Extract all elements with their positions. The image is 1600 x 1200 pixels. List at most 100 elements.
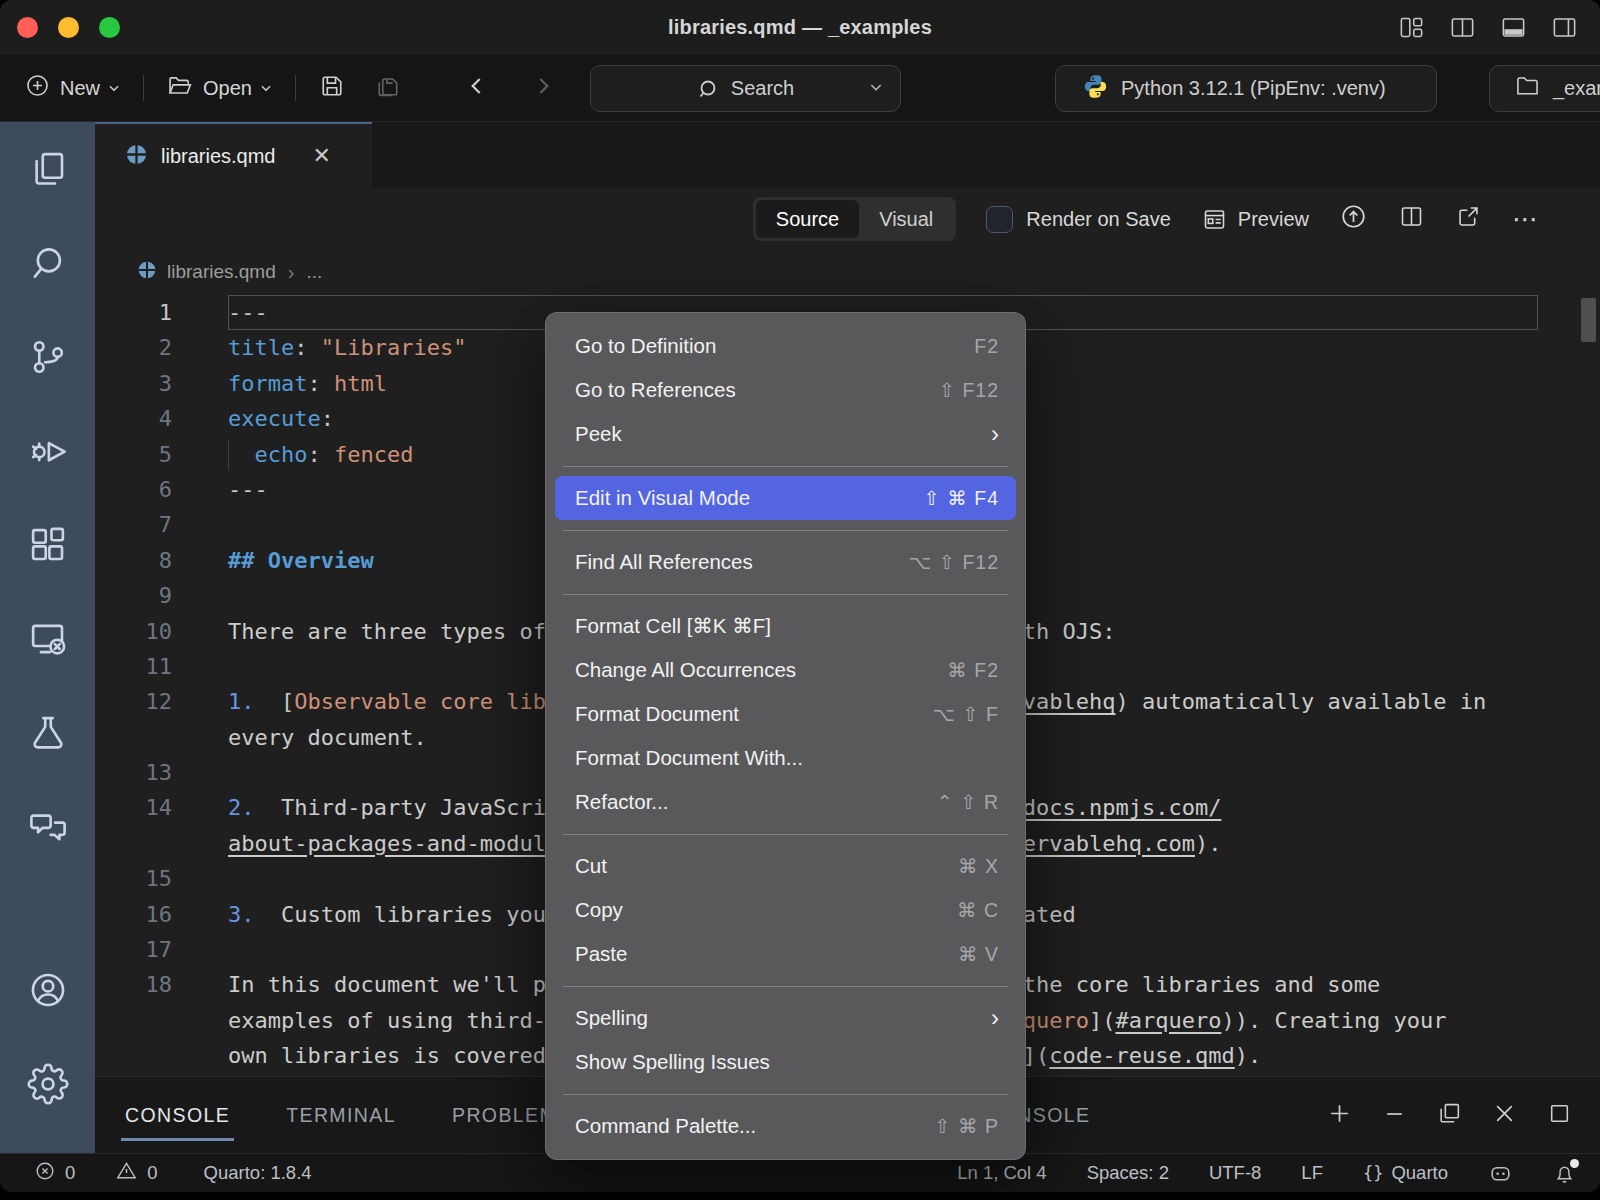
open-button[interactable]: Open xyxy=(203,77,252,100)
customize-layout-icon[interactable] xyxy=(1398,14,1425,41)
copilot-icon[interactable] xyxy=(1488,1161,1513,1186)
language-mode[interactable]: {}Quarto xyxy=(1363,1162,1448,1184)
line-number xyxy=(95,1038,172,1073)
editor-actions: Source Visual Render on Save Preview ⋯ xyxy=(95,188,1600,250)
line-number: 10 xyxy=(95,614,172,649)
eol-sequence[interactable]: LF xyxy=(1301,1162,1323,1184)
errors-icon[interactable] xyxy=(34,1160,56,1187)
tab-libraries-qmd[interactable]: libraries.qmd ✕ xyxy=(95,122,372,188)
render-on-save-checkbox[interactable] xyxy=(986,206,1013,233)
menu-separator xyxy=(563,584,1008,604)
submenu-chevron-icon: › xyxy=(991,420,999,448)
back-icon[interactable] xyxy=(464,73,490,104)
menu-item-show-spelling-issues[interactable]: Show Spelling Issues xyxy=(555,1040,1016,1084)
panel-tab-console[interactable]: CONSOLE xyxy=(123,1104,232,1127)
source-mode-button[interactable]: Source xyxy=(756,200,859,238)
new-button[interactable]: New xyxy=(60,77,100,100)
menu-item-peek[interactable]: Peek› xyxy=(555,412,1016,456)
testing-icon[interactable] xyxy=(0,686,95,780)
preview-button[interactable]: Preview xyxy=(1201,206,1309,233)
activity-bar xyxy=(0,122,95,1153)
visual-mode-button[interactable]: Visual xyxy=(859,200,953,238)
warnings-icon[interactable] xyxy=(115,1159,138,1187)
more-actions-icon[interactable]: ⋯ xyxy=(1512,204,1540,235)
toggle-secondary-sidebar-icon[interactable] xyxy=(1551,14,1578,41)
line-number: 8 xyxy=(95,543,172,578)
menu-item-change-all-occurrences[interactable]: Change All Occurrences⌘ F2 xyxy=(555,648,1016,692)
minimize-window-button[interactable] xyxy=(58,17,79,38)
menu-item-go-to-references[interactable]: Go to References⇧ F12 xyxy=(555,368,1016,412)
warnings-count: 0 xyxy=(147,1162,157,1184)
render-document-icon[interactable] xyxy=(1339,202,1368,236)
quarto-file-icon xyxy=(137,260,157,285)
source-control-icon[interactable] xyxy=(0,310,95,404)
close-window-button[interactable] xyxy=(17,17,38,38)
search-caret-icon[interactable] xyxy=(868,77,884,100)
explorer-icon[interactable] xyxy=(0,122,95,216)
menu-separator xyxy=(563,976,1008,996)
menu-separator xyxy=(563,824,1008,844)
quarto-version[interactable]: Quarto: 1.8.4 xyxy=(204,1162,312,1184)
panel-tab-terminal[interactable]: TERMINAL xyxy=(284,1104,398,1127)
menu-item-format-document[interactable]: Format Document⌥ ⇧ F xyxy=(555,692,1016,736)
account-icon[interactable] xyxy=(0,943,95,1037)
new-caret-icon[interactable] xyxy=(107,77,121,100)
comments-icon[interactable] xyxy=(0,780,95,874)
split-editor-icon[interactable] xyxy=(1398,203,1425,235)
menu-item-cut[interactable]: Cut⌘ X xyxy=(555,844,1016,888)
braces-icon: {} xyxy=(1363,1163,1383,1183)
project-selector[interactable]: _examples xyxy=(1489,65,1600,112)
menu-item-refactor[interactable]: Refactor...⌃ ⇧ R xyxy=(555,780,1016,824)
new-file-icon[interactable] xyxy=(24,72,51,104)
line-number: 1 xyxy=(95,295,172,330)
settings-icon[interactable] xyxy=(0,1037,95,1131)
extensions-icon[interactable] xyxy=(0,498,95,592)
preview-icon xyxy=(1201,206,1228,233)
interpreter-selector[interactable]: Python 3.12.1 (PipEnv: .venv) xyxy=(1055,65,1437,112)
main-toolbar: New Open Search Python 3.12.1 (PipEnv: .… xyxy=(0,55,1600,122)
zoom-window-button[interactable] xyxy=(99,17,120,38)
encoding[interactable]: UTF-8 xyxy=(1209,1162,1261,1184)
split-editor-icon[interactable] xyxy=(1449,14,1476,41)
folder-icon xyxy=(1514,73,1541,105)
open-in-new-window-icon[interactable] xyxy=(1455,203,1482,235)
menu-item-spelling[interactable]: Spelling› xyxy=(555,996,1016,1040)
menu-item-paste[interactable]: Paste⌘ V xyxy=(555,932,1016,976)
line-number: 7 xyxy=(95,507,172,542)
console-icon[interactable] xyxy=(0,592,95,686)
menu-separator xyxy=(563,456,1008,476)
panel-plus-icon[interactable] xyxy=(1327,1101,1352,1130)
panel-maximize-icon[interactable] xyxy=(1547,1101,1572,1130)
line-number: 14 xyxy=(95,790,172,825)
menu-item-copy[interactable]: Copy⌘ C xyxy=(555,888,1016,932)
search-icon[interactable] xyxy=(0,216,95,310)
search-input[interactable]: Search xyxy=(590,65,901,112)
line-number: 15 xyxy=(95,861,172,896)
menu-item-go-to-definition[interactable]: Go to DefinitionF2 xyxy=(555,324,1016,368)
menu-item-format-cell-k-f[interactable]: Format Cell [⌘K ⌘F] xyxy=(555,604,1016,648)
line-number xyxy=(95,720,172,755)
render-on-save-label: Render on Save xyxy=(1026,208,1171,231)
notifications-bell-icon[interactable] xyxy=(1553,1162,1576,1185)
menu-item-format-document-with[interactable]: Format Document With... xyxy=(555,736,1016,780)
open-folder-icon[interactable] xyxy=(166,72,194,105)
menu-item-edit-in-visual-mode[interactable]: Edit in Visual Mode⇧ ⌘ F4 xyxy=(555,476,1016,520)
panel-restore-icon[interactable] xyxy=(1437,1101,1462,1130)
breadcrumb[interactable]: libraries.qmd › ... xyxy=(95,250,1600,294)
close-tab-icon[interactable]: ✕ xyxy=(312,143,330,169)
open-caret-icon[interactable] xyxy=(259,77,273,100)
indentation[interactable]: Spaces: 2 xyxy=(1087,1162,1169,1184)
toggle-panel-icon[interactable] xyxy=(1500,14,1527,41)
panel-close-icon[interactable] xyxy=(1492,1101,1517,1130)
run-debug-icon[interactable] xyxy=(0,404,95,498)
menu-item-find-all-references[interactable]: Find All References⌥ ⇧ F12 xyxy=(555,540,1016,584)
editor-scrollbar[interactable] xyxy=(1581,298,1596,342)
forward-icon[interactable] xyxy=(530,73,556,104)
save-all-icon[interactable] xyxy=(374,72,402,105)
menu-item-command-palette[interactable]: Command Palette...⇧ ⌘ P xyxy=(555,1104,1016,1148)
panel-minimize-icon[interactable] xyxy=(1382,1101,1407,1130)
line-number xyxy=(95,826,172,861)
save-icon[interactable] xyxy=(318,72,346,105)
line-number: 5 xyxy=(95,437,172,472)
cursor-position[interactable]: Ln 1, Col 4 xyxy=(957,1162,1046,1184)
